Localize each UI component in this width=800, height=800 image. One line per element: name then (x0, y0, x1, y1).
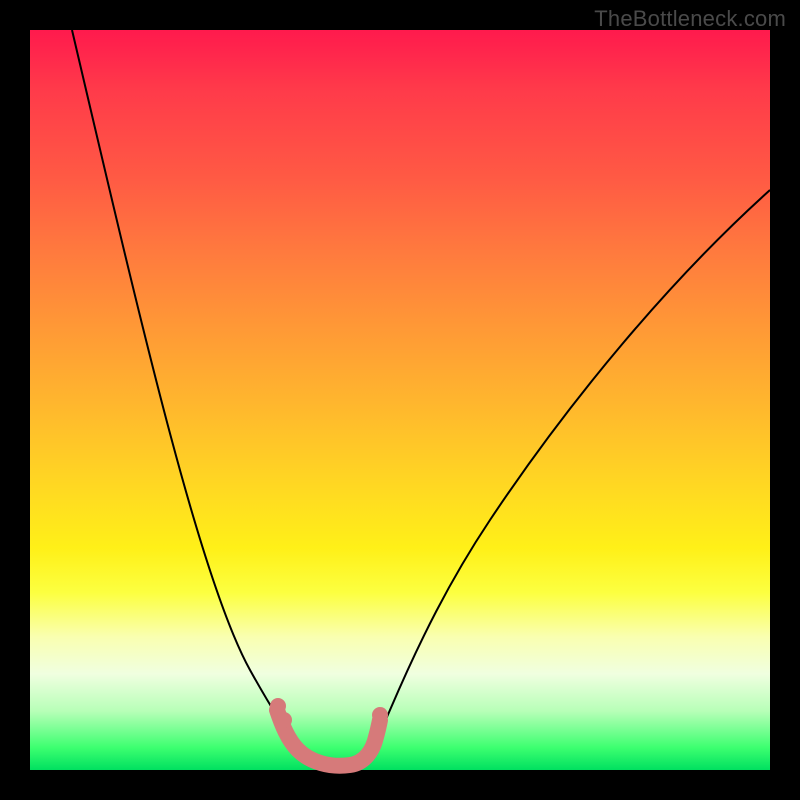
chart-frame: TheBottleneck.com (0, 0, 800, 800)
marker-left-1 (270, 698, 286, 714)
marker-left-2 (276, 712, 292, 728)
right-curve (352, 190, 770, 770)
left-curve (72, 30, 342, 770)
watermark-text: TheBottleneck.com (594, 6, 786, 32)
plot-area (30, 30, 770, 770)
overlay-svg (30, 30, 770, 770)
bottom-band (277, 710, 380, 766)
marker-right-1 (372, 707, 388, 723)
